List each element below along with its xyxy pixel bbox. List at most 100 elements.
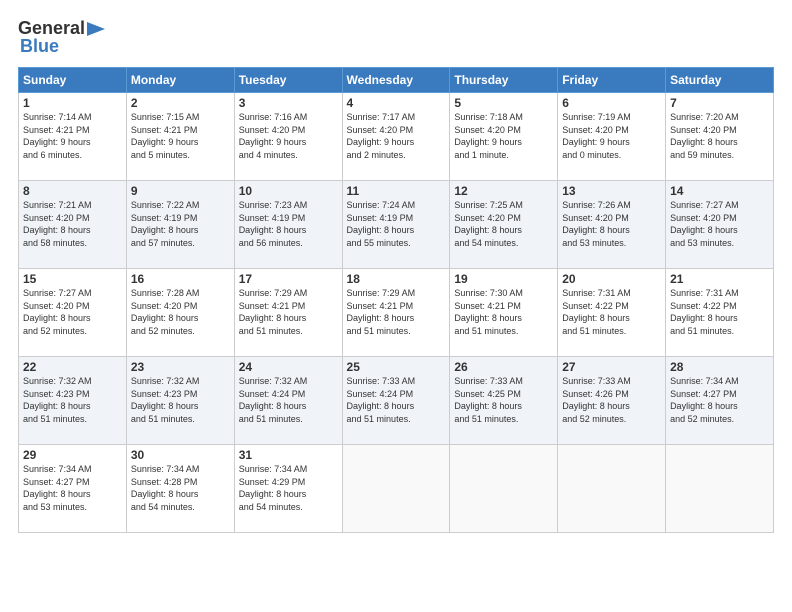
calendar-day-17: 17Sunrise: 7:29 AMSunset: 4:21 PMDayligh… xyxy=(234,269,342,357)
day-info: Sunrise: 7:22 AMSunset: 4:19 PMDaylight:… xyxy=(131,199,230,249)
calendar-day-24: 24Sunrise: 7:32 AMSunset: 4:24 PMDayligh… xyxy=(234,357,342,445)
calendar-day-20: 20Sunrise: 7:31 AMSunset: 4:22 PMDayligh… xyxy=(558,269,666,357)
day-info: Sunrise: 7:23 AMSunset: 4:19 PMDaylight:… xyxy=(239,199,338,249)
day-info: Sunrise: 7:16 AMSunset: 4:20 PMDaylight:… xyxy=(239,111,338,161)
day-number: 18 xyxy=(347,272,446,286)
calendar-day-8: 8Sunrise: 7:21 AMSunset: 4:20 PMDaylight… xyxy=(19,181,127,269)
day-number: 24 xyxy=(239,360,338,374)
calendar-header-row: SundayMondayTuesdayWednesdayThursdayFrid… xyxy=(19,68,774,93)
day-number: 17 xyxy=(239,272,338,286)
day-info: Sunrise: 7:32 AMSunset: 4:23 PMDaylight:… xyxy=(131,375,230,425)
day-info: Sunrise: 7:31 AMSunset: 4:22 PMDaylight:… xyxy=(562,287,661,337)
day-info: Sunrise: 7:33 AMSunset: 4:24 PMDaylight:… xyxy=(347,375,446,425)
calendar-day-10: 10Sunrise: 7:23 AMSunset: 4:19 PMDayligh… xyxy=(234,181,342,269)
day-info: Sunrise: 7:34 AMSunset: 4:27 PMDaylight:… xyxy=(23,463,122,513)
day-number: 1 xyxy=(23,96,122,110)
day-number: 31 xyxy=(239,448,338,462)
day-number: 4 xyxy=(347,96,446,110)
day-number: 20 xyxy=(562,272,661,286)
col-header-tuesday: Tuesday xyxy=(234,68,342,93)
calendar-day-11: 11Sunrise: 7:24 AMSunset: 4:19 PMDayligh… xyxy=(342,181,450,269)
day-info: Sunrise: 7:34 AMSunset: 4:28 PMDaylight:… xyxy=(131,463,230,513)
calendar-empty-cell xyxy=(666,445,774,533)
calendar-week-row: 1Sunrise: 7:14 AMSunset: 4:21 PMDaylight… xyxy=(19,93,774,181)
day-info: Sunrise: 7:24 AMSunset: 4:19 PMDaylight:… xyxy=(347,199,446,249)
day-number: 19 xyxy=(454,272,553,286)
day-number: 21 xyxy=(670,272,769,286)
calendar-day-27: 27Sunrise: 7:33 AMSunset: 4:26 PMDayligh… xyxy=(558,357,666,445)
day-number: 12 xyxy=(454,184,553,198)
day-number: 9 xyxy=(131,184,230,198)
calendar-day-15: 15Sunrise: 7:27 AMSunset: 4:20 PMDayligh… xyxy=(19,269,127,357)
day-number: 25 xyxy=(347,360,446,374)
day-info: Sunrise: 7:32 AMSunset: 4:23 PMDaylight:… xyxy=(23,375,122,425)
col-header-friday: Friday xyxy=(558,68,666,93)
day-info: Sunrise: 7:17 AMSunset: 4:20 PMDaylight:… xyxy=(347,111,446,161)
calendar-empty-cell xyxy=(558,445,666,533)
calendar-day-19: 19Sunrise: 7:30 AMSunset: 4:21 PMDayligh… xyxy=(450,269,558,357)
day-number: 10 xyxy=(239,184,338,198)
day-number: 7 xyxy=(670,96,769,110)
col-header-wednesday: Wednesday xyxy=(342,68,450,93)
calendar-week-row: 8Sunrise: 7:21 AMSunset: 4:20 PMDaylight… xyxy=(19,181,774,269)
day-number: 16 xyxy=(131,272,230,286)
day-info: Sunrise: 7:34 AMSunset: 4:27 PMDaylight:… xyxy=(670,375,769,425)
day-info: Sunrise: 7:25 AMSunset: 4:20 PMDaylight:… xyxy=(454,199,553,249)
day-number: 2 xyxy=(131,96,230,110)
calendar-week-row: 29Sunrise: 7:34 AMSunset: 4:27 PMDayligh… xyxy=(19,445,774,533)
day-info: Sunrise: 7:19 AMSunset: 4:20 PMDaylight:… xyxy=(562,111,661,161)
calendar-day-21: 21Sunrise: 7:31 AMSunset: 4:22 PMDayligh… xyxy=(666,269,774,357)
day-info: Sunrise: 7:34 AMSunset: 4:29 PMDaylight:… xyxy=(239,463,338,513)
day-info: Sunrise: 7:33 AMSunset: 4:25 PMDaylight:… xyxy=(454,375,553,425)
calendar-day-13: 13Sunrise: 7:26 AMSunset: 4:20 PMDayligh… xyxy=(558,181,666,269)
day-number: 15 xyxy=(23,272,122,286)
day-number: 8 xyxy=(23,184,122,198)
calendar-day-28: 28Sunrise: 7:34 AMSunset: 4:27 PMDayligh… xyxy=(666,357,774,445)
day-info: Sunrise: 7:28 AMSunset: 4:20 PMDaylight:… xyxy=(131,287,230,337)
calendar-day-1: 1Sunrise: 7:14 AMSunset: 4:21 PMDaylight… xyxy=(19,93,127,181)
day-info: Sunrise: 7:14 AMSunset: 4:21 PMDaylight:… xyxy=(23,111,122,161)
calendar-empty-cell xyxy=(450,445,558,533)
calendar-week-row: 15Sunrise: 7:27 AMSunset: 4:20 PMDayligh… xyxy=(19,269,774,357)
day-info: Sunrise: 7:29 AMSunset: 4:21 PMDaylight:… xyxy=(239,287,338,337)
calendar-day-6: 6Sunrise: 7:19 AMSunset: 4:20 PMDaylight… xyxy=(558,93,666,181)
day-info: Sunrise: 7:21 AMSunset: 4:20 PMDaylight:… xyxy=(23,199,122,249)
calendar-day-16: 16Sunrise: 7:28 AMSunset: 4:20 PMDayligh… xyxy=(126,269,234,357)
day-number: 23 xyxy=(131,360,230,374)
day-number: 27 xyxy=(562,360,661,374)
calendar-day-26: 26Sunrise: 7:33 AMSunset: 4:25 PMDayligh… xyxy=(450,357,558,445)
calendar-day-14: 14Sunrise: 7:27 AMSunset: 4:20 PMDayligh… xyxy=(666,181,774,269)
calendar-day-23: 23Sunrise: 7:32 AMSunset: 4:23 PMDayligh… xyxy=(126,357,234,445)
day-number: 28 xyxy=(670,360,769,374)
calendar-day-25: 25Sunrise: 7:33 AMSunset: 4:24 PMDayligh… xyxy=(342,357,450,445)
col-header-monday: Monday xyxy=(126,68,234,93)
calendar-day-7: 7Sunrise: 7:20 AMSunset: 4:20 PMDaylight… xyxy=(666,93,774,181)
day-number: 29 xyxy=(23,448,122,462)
day-number: 6 xyxy=(562,96,661,110)
calendar-day-30: 30Sunrise: 7:34 AMSunset: 4:28 PMDayligh… xyxy=(126,445,234,533)
calendar-empty-cell xyxy=(342,445,450,533)
calendar-day-3: 3Sunrise: 7:16 AMSunset: 4:20 PMDaylight… xyxy=(234,93,342,181)
day-info: Sunrise: 7:29 AMSunset: 4:21 PMDaylight:… xyxy=(347,287,446,337)
logo: General Blue xyxy=(18,18,107,57)
day-number: 30 xyxy=(131,448,230,462)
day-number: 22 xyxy=(23,360,122,374)
day-info: Sunrise: 7:15 AMSunset: 4:21 PMDaylight:… xyxy=(131,111,230,161)
day-info: Sunrise: 7:30 AMSunset: 4:21 PMDaylight:… xyxy=(454,287,553,337)
calendar-day-9: 9Sunrise: 7:22 AMSunset: 4:19 PMDaylight… xyxy=(126,181,234,269)
day-info: Sunrise: 7:26 AMSunset: 4:20 PMDaylight:… xyxy=(562,199,661,249)
calendar-day-12: 12Sunrise: 7:25 AMSunset: 4:20 PMDayligh… xyxy=(450,181,558,269)
calendar-day-29: 29Sunrise: 7:34 AMSunset: 4:27 PMDayligh… xyxy=(19,445,127,533)
day-info: Sunrise: 7:18 AMSunset: 4:20 PMDaylight:… xyxy=(454,111,553,161)
day-info: Sunrise: 7:31 AMSunset: 4:22 PMDaylight:… xyxy=(670,287,769,337)
calendar-day-18: 18Sunrise: 7:29 AMSunset: 4:21 PMDayligh… xyxy=(342,269,450,357)
calendar-day-2: 2Sunrise: 7:15 AMSunset: 4:21 PMDaylight… xyxy=(126,93,234,181)
day-number: 26 xyxy=(454,360,553,374)
col-header-thursday: Thursday xyxy=(450,68,558,93)
page-container: General Blue SundayMondayTuesdayWednesda… xyxy=(0,0,792,612)
day-info: Sunrise: 7:32 AMSunset: 4:24 PMDaylight:… xyxy=(239,375,338,425)
col-header-saturday: Saturday xyxy=(666,68,774,93)
day-number: 13 xyxy=(562,184,661,198)
page-header: General Blue xyxy=(18,18,774,57)
day-number: 11 xyxy=(347,184,446,198)
